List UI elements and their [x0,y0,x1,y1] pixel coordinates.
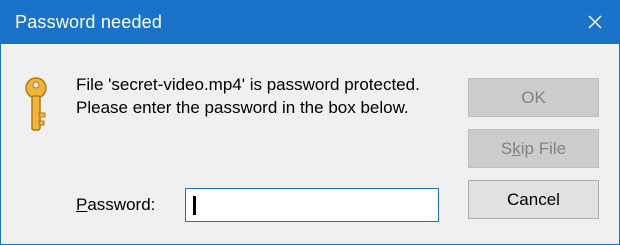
password-label-access-key: P [76,195,88,214]
cancel-button[interactable]: Cancel [468,180,599,219]
skip-file-label-pre: S [500,138,513,158]
close-icon [588,15,602,29]
text-caret [193,196,196,215]
password-label-rest: assword: [87,195,156,214]
password-label: Password: [76,195,155,215]
title-bar: Password needed [1,1,619,44]
skip-file-button[interactable]: Sk ip File [468,129,599,168]
close-button[interactable] [579,7,611,37]
skip-file-label-access-key: k [512,138,521,158]
message-text: File 'secret-video.mp4' is password prot… [76,75,420,117]
password-input[interactable] [185,188,439,222]
skip-file-label-post: ip File [520,138,567,158]
cancel-button-label: Cancel [507,189,560,209]
key-icon [25,77,47,131]
password-dialog: Password needed File 'secret-video.mp4' … [0,0,620,245]
window-title: Password needed [15,12,163,32]
ok-button[interactable]: OK [468,78,599,117]
ok-button-label: OK [521,87,546,107]
